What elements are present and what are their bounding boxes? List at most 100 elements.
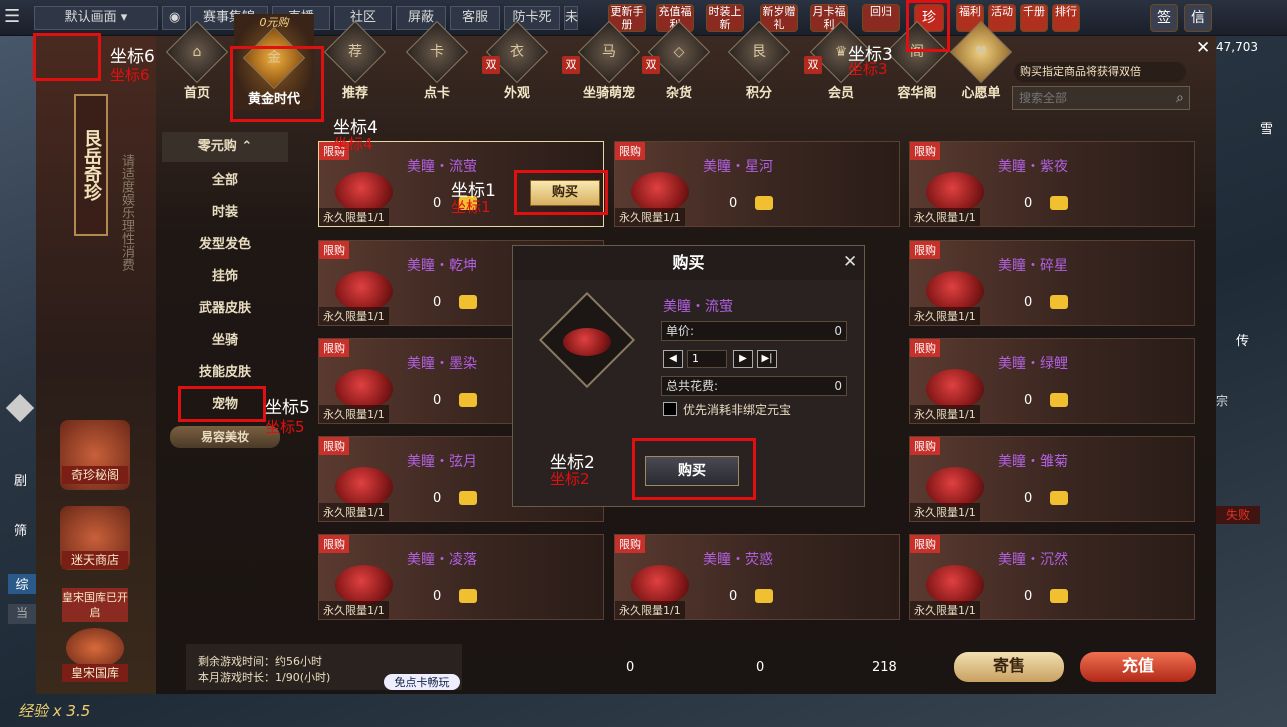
search-icon[interactable]: ⌕ (1176, 90, 1184, 106)
item-limit: 永久限量1/1 (910, 503, 980, 521)
unit-price-row: 单价: 0 (661, 321, 847, 341)
item-limit: 永久限量1/1 (615, 601, 685, 619)
annotation-box-3 (906, 0, 950, 52)
nav-mount-pet-label: 坐骑萌宠 (582, 86, 635, 101)
decrement-button[interactable]: ◀ (663, 350, 683, 368)
banner-title: 艮岳奇珍 (74, 94, 108, 236)
item-name: 美瞳・碎星 (998, 258, 1068, 274)
item-card[interactable]: 限购 美瞳・紫夜 0 永久限量1/1 (909, 141, 1195, 227)
balance-bound: 0 (626, 660, 635, 675)
nav-home[interactable]: ⌂ 首页 (162, 20, 232, 102)
contact-lens-icon (335, 565, 393, 605)
item-card[interactable]: 限购 美瞳・雏菊 0 永久限量1/1 (909, 436, 1195, 522)
category-makeup[interactable]: 易容美妆 (170, 426, 280, 448)
search-input[interactable] (1012, 86, 1190, 110)
nav-wishlist[interactable]: ♥ 心愿单 (946, 20, 1016, 102)
item-price: 0 (729, 196, 738, 211)
category-fashion[interactable]: 时装 (162, 198, 288, 228)
item-card[interactable]: 限购 美瞳・绿鲤 0 永久限量1/1 (909, 338, 1195, 424)
ingot-icon (755, 196, 773, 210)
max-button[interactable]: ▶| (757, 350, 777, 368)
nav-home-label: 首页 (183, 86, 210, 101)
side-label[interactable]: 筛 (14, 520, 27, 539)
total-cost-label: 总共花费: (666, 379, 719, 393)
ingot-icon (459, 589, 477, 603)
increment-button[interactable]: ▶ (733, 350, 753, 368)
close-icon[interactable]: ✕ (1196, 38, 1210, 58)
currency-value: 47,703 (1216, 40, 1258, 54)
treasury-status: 皇宋国库已开启 (62, 588, 128, 622)
ingot-icon (459, 393, 477, 407)
item-limit: 永久限量1/1 (615, 208, 685, 226)
prefer-checkbox[interactable] (663, 402, 677, 416)
item-card[interactable]: 限购 美瞳・凌落 0 永久限量1/1 (318, 534, 604, 620)
secret-pavilion-button[interactable]: 奇珍秘阁 (62, 466, 128, 484)
item-price: 0 (1024, 196, 1033, 211)
item-name: 美瞳・沉然 (998, 552, 1068, 568)
side-label[interactable]: 剧 (14, 470, 27, 489)
side-tab-general[interactable]: 综 (8, 574, 36, 594)
category-pendant[interactable]: 挂饰 (162, 262, 288, 292)
quantity-input[interactable]: 1 (687, 350, 727, 368)
limit-tag: 限购 (319, 241, 349, 259)
item-price: 0 (1024, 393, 1033, 408)
item-limit: 永久限量1/1 (319, 601, 389, 619)
item-card[interactable]: 限购 美瞳・沉然 0 永久限量1/1 (909, 534, 1195, 620)
treasury-button[interactable]: 皇宋国库 (62, 664, 128, 682)
item-name: 美瞳・星河 (703, 159, 773, 175)
right-side-label[interactable]: 传 (1236, 330, 1249, 349)
view-label: 默认画面 (64, 10, 117, 25)
limit-tag: 限购 (910, 437, 940, 455)
item-limit: 永久限量1/1 (319, 307, 389, 325)
free-card-badge[interactable]: 免点卡畅玩 (384, 674, 460, 690)
annotation-label-5: 坐标5 (265, 398, 310, 418)
item-price: 0 (433, 491, 442, 506)
item-limit: 永久限量1/1 (319, 405, 389, 423)
item-limit: 永久限量1/1 (910, 307, 980, 325)
nav-card[interactable]: 卡点卡 (402, 20, 472, 102)
recharge-button[interactable]: 充值 (1080, 652, 1196, 682)
contact-lens-icon (926, 271, 984, 311)
balance-unbound: 0 (756, 660, 765, 675)
close-icon[interactable]: ✕ (843, 252, 857, 272)
dialog-item-name: 美瞳・流萤 (663, 299, 733, 315)
item-price: 0 (433, 196, 442, 211)
side-tab-current[interactable]: 当 (8, 604, 36, 624)
left-banner: 艮岳奇珍 请适度娱乐理性消费 奇珍秘阁 迷天商店 皇宋国库已开启 皇宋国库 (36, 36, 156, 694)
item-card[interactable]: 限购 美瞳・碎星 0 永久限量1/1 (909, 240, 1195, 326)
contact-lens-icon (335, 271, 393, 311)
ingot-icon (1050, 196, 1068, 210)
item-card[interactable]: 限购 美瞳・荧惑 0 永久限量1/1 (614, 534, 900, 620)
consign-button[interactable]: 寄售 (954, 652, 1064, 682)
menu-icon[interactable]: ☰ (4, 6, 26, 30)
nav-points-label: 积分 (745, 86, 772, 101)
annotation-box-4 (230, 46, 324, 122)
mitian-shop-button[interactable]: 迷天商店 (62, 551, 128, 569)
nav-points[interactable]: 艮积分 (724, 20, 794, 102)
treasury-icon[interactable] (66, 628, 124, 668)
item-card[interactable]: 限购美瞳・星河 0 永久限量1/1 (614, 141, 900, 227)
annotation-box-1 (514, 170, 608, 215)
category-all[interactable]: 全部 (162, 166, 288, 196)
item-limit: 永久限量1/1 (910, 405, 980, 423)
right-side-label[interactable]: 雪 (1260, 118, 1273, 137)
ingot-icon (459, 295, 477, 309)
limit-tag: 限购 (615, 142, 645, 160)
category-header[interactable]: 零元购 ⌃ (162, 132, 288, 162)
double-promo: 购买指定商品将获得双倍 (1014, 62, 1186, 82)
ingot-icon (459, 491, 477, 505)
category-hair[interactable]: 发型发色 (162, 230, 288, 260)
nav-recommend[interactable]: 荐推荐 (320, 20, 390, 102)
category-mount[interactable]: 坐骑 (162, 326, 288, 356)
left-nav-icon[interactable] (5, 393, 35, 423)
category-weapon-skin[interactable]: 武器皮肤 (162, 294, 288, 324)
category-skill-skin[interactable]: 技能皮肤 (162, 358, 288, 388)
item-price: 0 (1024, 295, 1033, 310)
nav-ronghua-label: 容华阁 (897, 86, 937, 101)
ingot-icon (1050, 589, 1068, 603)
guild-label: 宗 (1216, 394, 1229, 408)
nav-appearance-label: 外观 (503, 86, 530, 101)
double-badge: 双 (482, 56, 500, 74)
limit-tag: 限购 (319, 535, 349, 553)
contact-lens-icon (563, 328, 611, 356)
